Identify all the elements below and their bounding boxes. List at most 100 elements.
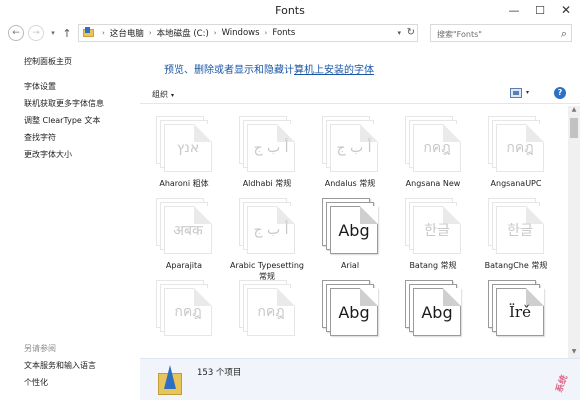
font-file-icon: กคฎ bbox=[239, 280, 297, 340]
view-dropdown-icon[interactable]: ▾ bbox=[526, 89, 529, 96]
organize-button[interactable]: 组织 ▾ bbox=[152, 89, 174, 100]
font-item[interactable]: กคฎ bbox=[226, 276, 308, 358]
sidebar-link-text-services[interactable]: 文本服务和输入语言 bbox=[24, 360, 96, 371]
font-sample-glyphs: Abg bbox=[338, 302, 370, 322]
font-name-label: Batang 常规 bbox=[409, 261, 457, 270]
refresh-icon[interactable]: ↻ bbox=[407, 27, 415, 38]
breadcrumb-fonts[interactable]: Fonts bbox=[272, 28, 295, 38]
font-item[interactable]: Abg Arial bbox=[309, 194, 391, 286]
font-file-icon: Ïrě bbox=[488, 280, 546, 340]
sidebar-link-find-character[interactable]: 查找字符 bbox=[24, 132, 56, 143]
font-sample-glyphs: Ïrě bbox=[509, 303, 531, 321]
font-item[interactable]: กคฎ AngsanaUPC bbox=[475, 112, 557, 204]
font-file-icon: أ ب ج bbox=[239, 116, 297, 176]
font-name-label: Andalus 常规 bbox=[324, 179, 376, 188]
forward-button[interactable]: → bbox=[28, 25, 44, 41]
main-pane: 预览、删除或者显示和隐藏计算机上安装的字体 组织 ▾ ▾ ? אנץ Aharoni… bbox=[140, 44, 580, 400]
font-sample-glyphs: Abg bbox=[421, 302, 453, 322]
font-sample-glyphs: أ ب ج bbox=[336, 140, 372, 156]
breadcrumb-separator: › bbox=[102, 29, 105, 37]
up-folder-button[interactable]: ↑ bbox=[60, 25, 74, 41]
font-sample-glyphs: أ ب ج bbox=[253, 222, 289, 238]
font-name-label: Angsana New bbox=[405, 179, 461, 188]
watermark-logo: 系统 bbox=[554, 373, 571, 395]
font-item[interactable]: กคฎ Angsana New bbox=[392, 112, 474, 204]
scroll-down-icon[interactable]: ▼ bbox=[568, 348, 580, 358]
font-file-icon: กคฎ bbox=[488, 116, 546, 176]
maximize-button[interactable]: ☐ bbox=[527, 0, 553, 20]
font-file-icon: أ ب ج bbox=[322, 116, 380, 176]
breadcrumb: › 这台电脑 › 本地磁盘 (C:) › Windows › Fonts bbox=[97, 27, 295, 39]
sidebar-link-font-settings[interactable]: 字体设置 bbox=[24, 81, 56, 92]
breadcrumb-separator[interactable]: › bbox=[214, 29, 217, 37]
font-item[interactable]: กคฎ bbox=[143, 276, 225, 358]
font-sample-glyphs: Abg bbox=[338, 220, 370, 240]
navigation-bar: ← → ▾ ↑ › 这台电脑 › 本地磁盘 (C:) › Windows › F… bbox=[0, 22, 580, 44]
sidebar-link-get-more-fonts[interactable]: 联机获取更多字体信息 bbox=[24, 98, 104, 109]
sidebar-link-control-panel-home[interactable]: 控制面板主页 bbox=[24, 56, 72, 67]
font-item[interactable]: Ïrě bbox=[475, 276, 557, 358]
font-file-icon: 한글 bbox=[488, 198, 546, 258]
breadcrumb-separator[interactable]: › bbox=[149, 29, 152, 37]
help-icon[interactable]: ? bbox=[554, 87, 566, 99]
font-file-icon: Abg bbox=[405, 280, 463, 340]
font-item[interactable]: 한글 Batang 常规 bbox=[392, 194, 474, 286]
minimize-button[interactable]: — bbox=[501, 0, 527, 20]
address-bar[interactable]: › 这台电脑 › 本地磁盘 (C:) › Windows › Fonts ▾ ↻ bbox=[78, 24, 418, 42]
font-file-icon: กคฎ bbox=[405, 116, 463, 176]
sidebar-link-personalization[interactable]: 个性化 bbox=[24, 377, 48, 388]
font-name-label: Arial bbox=[340, 261, 360, 270]
font-sample-glyphs: 한글 bbox=[424, 223, 450, 239]
font-item[interactable]: أ ب ج Aldhabi 常规 bbox=[226, 112, 308, 204]
font-sample-glyphs: กคฎ bbox=[506, 140, 534, 156]
search-icon[interactable]: ⌕ bbox=[561, 27, 567, 41]
font-sample-glyphs: กคฎ bbox=[257, 304, 285, 320]
font-file-icon: Abg bbox=[322, 280, 380, 340]
font-name-label: Aldhabi 常规 bbox=[242, 179, 292, 188]
font-sample-glyphs: กคฎ bbox=[174, 304, 202, 320]
page-description: 预览、删除或者显示和隐藏计算机上安装的字体 bbox=[164, 61, 374, 76]
chevron-down-icon: ▾ bbox=[171, 92, 175, 99]
font-name-label: Aharoni 粗体 bbox=[159, 179, 209, 188]
font-grid: אנץ Aharoni 粗体 أ ب ج Aldhabi 常规 أ ب ج Andalus… bbox=[140, 106, 580, 358]
font-item[interactable]: Abg bbox=[309, 276, 391, 358]
font-sample-glyphs: أ ب ج bbox=[253, 140, 289, 156]
sidebar-link-cleartype[interactable]: 调整 ClearType 文本 bbox=[24, 115, 100, 126]
breadcrumb-local-disk[interactable]: 本地磁盘 (C:) bbox=[157, 27, 209, 39]
breadcrumb-separator[interactable]: › bbox=[265, 29, 268, 37]
page-description-link[interactable]: 算机上安装的字体 bbox=[294, 65, 374, 76]
font-name-label: AngsanaUPC bbox=[490, 179, 542, 188]
recent-locations-icon[interactable]: ▾ bbox=[48, 25, 58, 41]
title-bar: Fonts — ☐ ✕ bbox=[0, 0, 580, 22]
change-view-icon[interactable] bbox=[510, 88, 522, 98]
font-name-label: Aparajita bbox=[165, 261, 203, 270]
see-also-heading: 另请参阅 bbox=[24, 344, 56, 353]
scroll-thumb[interactable] bbox=[570, 118, 578, 138]
font-item[interactable]: أ ب ج Andalus 常规 bbox=[309, 112, 391, 204]
sidebar-link-change-font-size[interactable]: 更改字体大小 bbox=[24, 149, 72, 160]
page-description-text: 预览、删除或者显示和隐藏计 bbox=[164, 65, 294, 76]
font-file-icon: กคฎ bbox=[156, 280, 214, 340]
font-item[interactable]: अबक Aparajita bbox=[143, 194, 225, 286]
font-item[interactable]: אנץ Aharoni 粗体 bbox=[143, 112, 225, 204]
font-item[interactable]: 한글 BatangChe 常规 bbox=[475, 194, 557, 286]
search-input[interactable]: 搜索"Fonts" ⌕ bbox=[430, 24, 572, 42]
breadcrumb-windows[interactable]: Windows bbox=[222, 28, 260, 38]
window-title: Fonts bbox=[275, 4, 305, 17]
font-file-icon: Abg bbox=[322, 198, 380, 258]
address-dropdown-icon[interactable]: ▾ bbox=[397, 29, 401, 37]
font-item[interactable]: Abg bbox=[392, 276, 474, 358]
font-sample-glyphs: 한글 bbox=[507, 223, 533, 239]
font-sample-glyphs: אנץ bbox=[176, 140, 200, 156]
font-sample-glyphs: กคฎ bbox=[423, 140, 451, 156]
scroll-up-icon[interactable]: ▲ bbox=[568, 106, 580, 116]
back-button[interactable]: ← bbox=[8, 25, 24, 41]
breadcrumb-this-pc[interactable]: 这台电脑 bbox=[110, 27, 144, 39]
sidebar: 控制面板主页 字体设置 联机获取更多字体信息 调整 ClearType 文本 查… bbox=[0, 44, 140, 400]
font-item[interactable]: أ ب ج Arabic Typesetting 常规 bbox=[226, 194, 308, 286]
close-button[interactable]: ✕ bbox=[553, 0, 579, 20]
details-pane: 153 个项目 系统 bbox=[140, 358, 580, 400]
item-count: 153 个项目 bbox=[197, 368, 242, 378]
font-file-icon: अबक bbox=[156, 198, 214, 258]
vertical-scrollbar[interactable]: ▲ ▼ bbox=[568, 106, 580, 358]
